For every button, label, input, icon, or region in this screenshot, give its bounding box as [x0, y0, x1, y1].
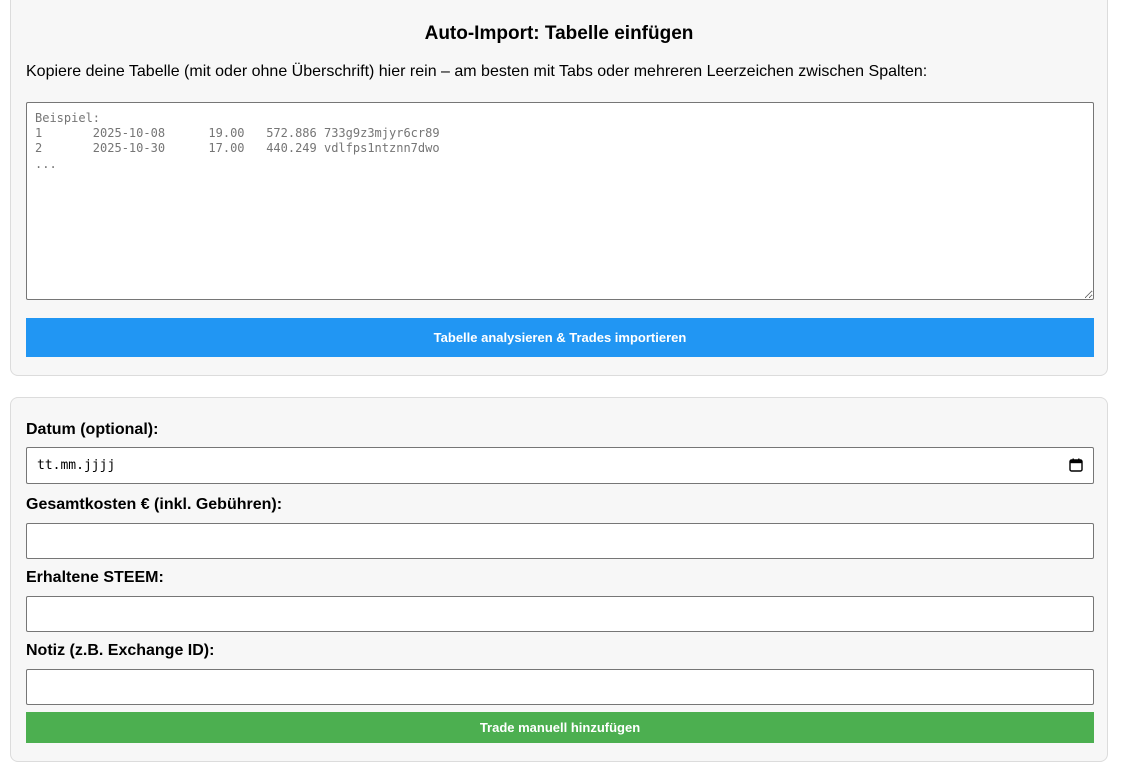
auto-import-title: Auto-Import: Tabelle einfügen [424, 23, 694, 44]
note-input[interactable] [26, 669, 1094, 705]
add-trade-manually-button[interactable]: Trade manuell hinzufügen [26, 712, 1094, 743]
total-cost-label: Gesamtkosten € (inkl. Gebühren): [26, 496, 283, 513]
analyze-import-button[interactable]: Tabelle analysieren & Trades importieren [26, 318, 1094, 357]
date-input[interactable]: tt.mm.jjjj [26, 447, 1094, 484]
date-placeholder: tt.mm.jjjj [37, 458, 116, 473]
received-steem-label: Erhaltene STEEM: [26, 569, 164, 586]
import-instruction: Kopiere deine Tabelle (mit oder ohne Übe… [26, 63, 928, 80]
calendar-icon[interactable] [1069, 458, 1083, 472]
table-paste-textarea[interactable] [26, 102, 1094, 300]
manual-trade-card: Datum (optional): tt.mm.jjjj Gesamtkoste… [10, 397, 1108, 762]
date-label: Datum (optional): [26, 421, 159, 438]
total-cost-input[interactable] [26, 523, 1094, 559]
received-steem-input[interactable] [26, 596, 1094, 632]
auto-import-card: Auto-Import: Tabelle einfügen Kopiere de… [10, 0, 1108, 376]
note-label: Notiz (z.B. Exchange ID): [26, 642, 215, 659]
